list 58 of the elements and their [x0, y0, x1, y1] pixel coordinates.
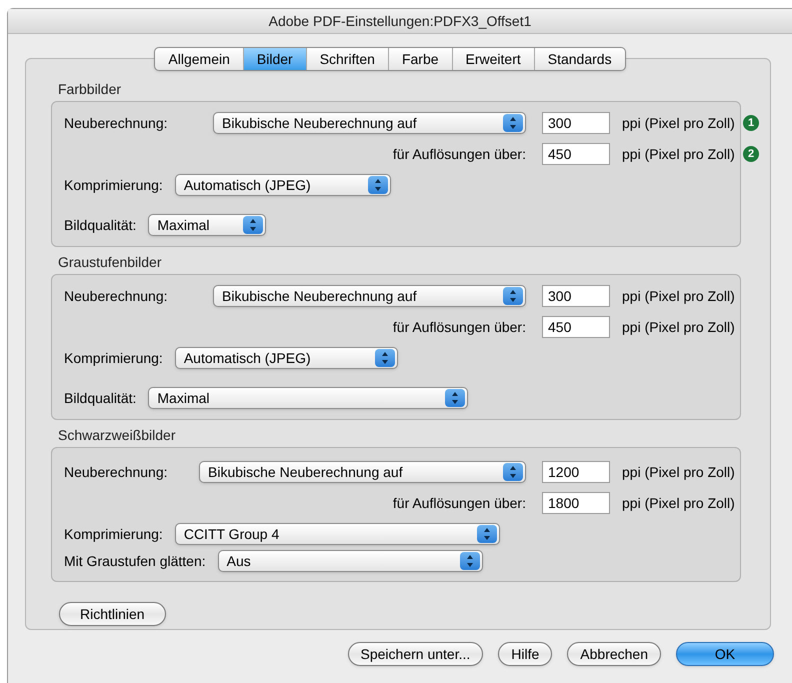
ppi-input[interactable]: 1200	[542, 461, 610, 483]
stepper-icon	[243, 216, 264, 234]
tab[interactable]: Allgemein	[155, 48, 243, 70]
section-title: Graustufenbilder	[57, 253, 163, 272]
field-label: für Auflösungen über:	[392, 318, 526, 337]
field-label: für Auflösungen über:	[392, 144, 526, 164]
field-label: Bildqualität:	[64, 388, 136, 408]
number-marker: 2	[743, 146, 759, 162]
tab[interactable]: Farbe	[388, 48, 452, 70]
dropdown-select[interactable]: Bikubische Neuberechnung auf	[213, 285, 526, 307]
tab[interactable]: Erweitert	[452, 48, 534, 70]
unit-label: ppi (Pixel pro Zoll)	[622, 494, 735, 513]
stepper-icon	[374, 349, 395, 367]
ppi-input[interactable]: 450	[542, 143, 610, 165]
stepper-icon	[460, 552, 480, 570]
stepper-icon	[503, 114, 523, 132]
dropdown-select[interactable]: Aus	[218, 550, 483, 572]
dialog-button[interactable]: Hilfe	[498, 642, 552, 666]
dialog-button[interactable]: OK	[676, 642, 774, 666]
stepper-icon	[445, 389, 466, 407]
field-label: Komprimierung:	[64, 524, 163, 544]
dropdown-select[interactable]: Maximal	[148, 387, 468, 409]
stepper-icon	[476, 525, 497, 543]
section-title: Farbbilder	[57, 80, 122, 99]
field-label: Neuberechnung:	[64, 114, 168, 133]
tab[interactable]: Bilder	[242, 48, 306, 70]
field-label: Bildqualität:	[64, 216, 136, 235]
unit-label: ppi (Pixel pro Zoll)	[622, 144, 735, 164]
stepper-icon	[368, 176, 388, 194]
dropdown-select[interactable]: Automatisch (JPEG)	[174, 347, 398, 369]
guidelines-button[interactable]: Richtlinien	[59, 602, 166, 626]
tab[interactable]: Schriften	[306, 48, 388, 70]
dropdown-select[interactable]: Bikubische Neuberechnung auf	[213, 112, 526, 134]
dialog-button[interactable]: Abbrechen	[567, 642, 661, 666]
window-title: Adobe PDF-Einstellungen:PDFX3_Offset1	[268, 12, 532, 31]
ppi-input[interactable]: 300	[542, 112, 610, 134]
field-label: Neuberechnung:	[64, 462, 168, 482]
field-label: Neuberechnung:	[64, 286, 168, 306]
dropdown-select[interactable]: Maximal	[148, 214, 266, 236]
stepper-icon	[503, 287, 523, 305]
dropdown-select[interactable]: CCITT Group 4	[174, 523, 500, 545]
ppi-input[interactable]: 450	[542, 316, 610, 338]
stepper-icon	[503, 463, 523, 481]
unit-label: ppi (Pixel pro Zoll)	[622, 462, 735, 482]
field-label: Komprimierung:	[64, 348, 163, 368]
dropdown-select[interactable]: Automatisch (JPEG)	[174, 174, 391, 196]
field-label: für Auflösungen über:	[392, 494, 526, 513]
unit-label: ppi (Pixel pro Zoll)	[622, 318, 735, 337]
dialog-button[interactable]: Speichern unter...	[348, 642, 484, 666]
unit-label: ppi (Pixel pro Zoll)	[622, 114, 735, 133]
field-label: Komprimierung:	[64, 176, 163, 195]
number-marker: 1	[743, 115, 759, 131]
dropdown-select[interactable]: Bikubische Neuberechnung auf	[199, 461, 526, 483]
section-title: Schwarzweißbilder	[57, 426, 176, 445]
unit-label: ppi (Pixel pro Zoll)	[622, 286, 735, 306]
ppi-input[interactable]: 300	[542, 285, 610, 307]
field-label: Mit Graustufen glätten:	[64, 552, 206, 571]
ppi-input[interactable]: 1800	[542, 492, 610, 514]
